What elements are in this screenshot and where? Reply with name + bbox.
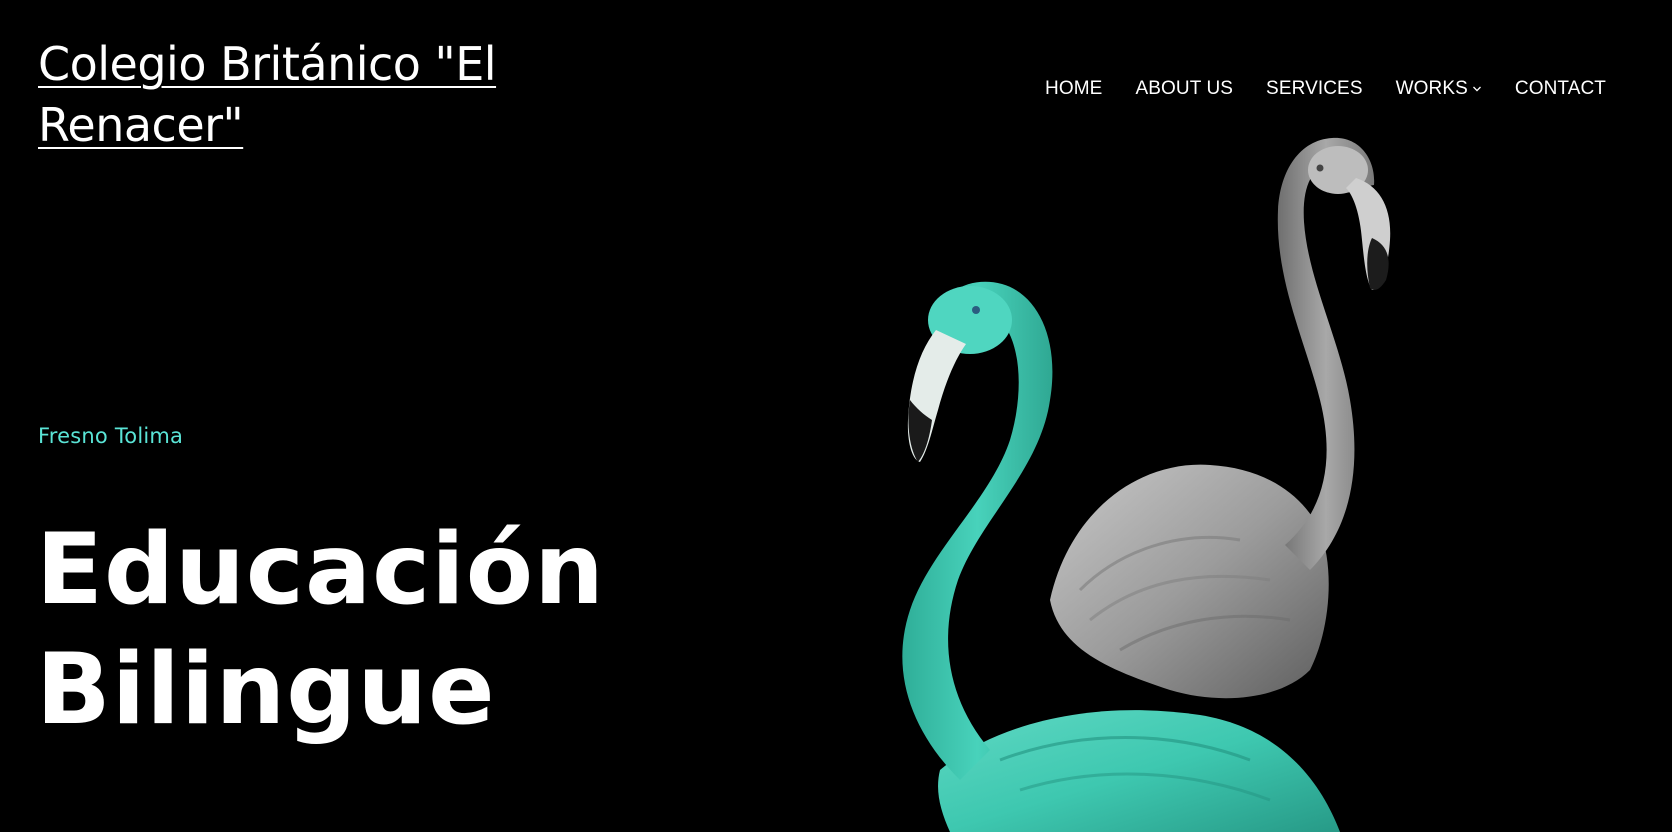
nav-item-label: ABOUT US: [1135, 78, 1234, 99]
nav-item-label: HOME: [1045, 78, 1103, 99]
hero-tagline: Fresno Tolima: [38, 424, 184, 448]
nav-item-works[interactable]: WORKS: [1396, 78, 1482, 100]
hero-heading-line-1: Educación: [36, 513, 605, 627]
hero-heading-line-2: Bilingue: [36, 633, 496, 747]
nav-item-contact[interactable]: CONTACT: [1515, 78, 1606, 100]
nav-item-label: SERVICES: [1266, 78, 1363, 99]
site-title-link[interactable]: Colegio Británico "El Renacer": [38, 34, 598, 156]
hero-heading: Educación Bilingue: [36, 510, 836, 750]
nav-item-label: CONTACT: [1514, 78, 1606, 99]
chevron-down-icon[interactable]: [1472, 84, 1482, 94]
nav-item-home[interactable]: HOME: [1045, 78, 1102, 100]
nav-item-services[interactable]: SERVICES: [1266, 78, 1363, 100]
nav-item-label: WORKS: [1395, 78, 1468, 99]
nav-item-about-us[interactable]: ABOUT US: [1135, 78, 1233, 100]
main-navigation: HOME ABOUT US SERVICES WORKS CONTACT: [1045, 78, 1606, 100]
flamingo-illustration: [902, 137, 1391, 832]
